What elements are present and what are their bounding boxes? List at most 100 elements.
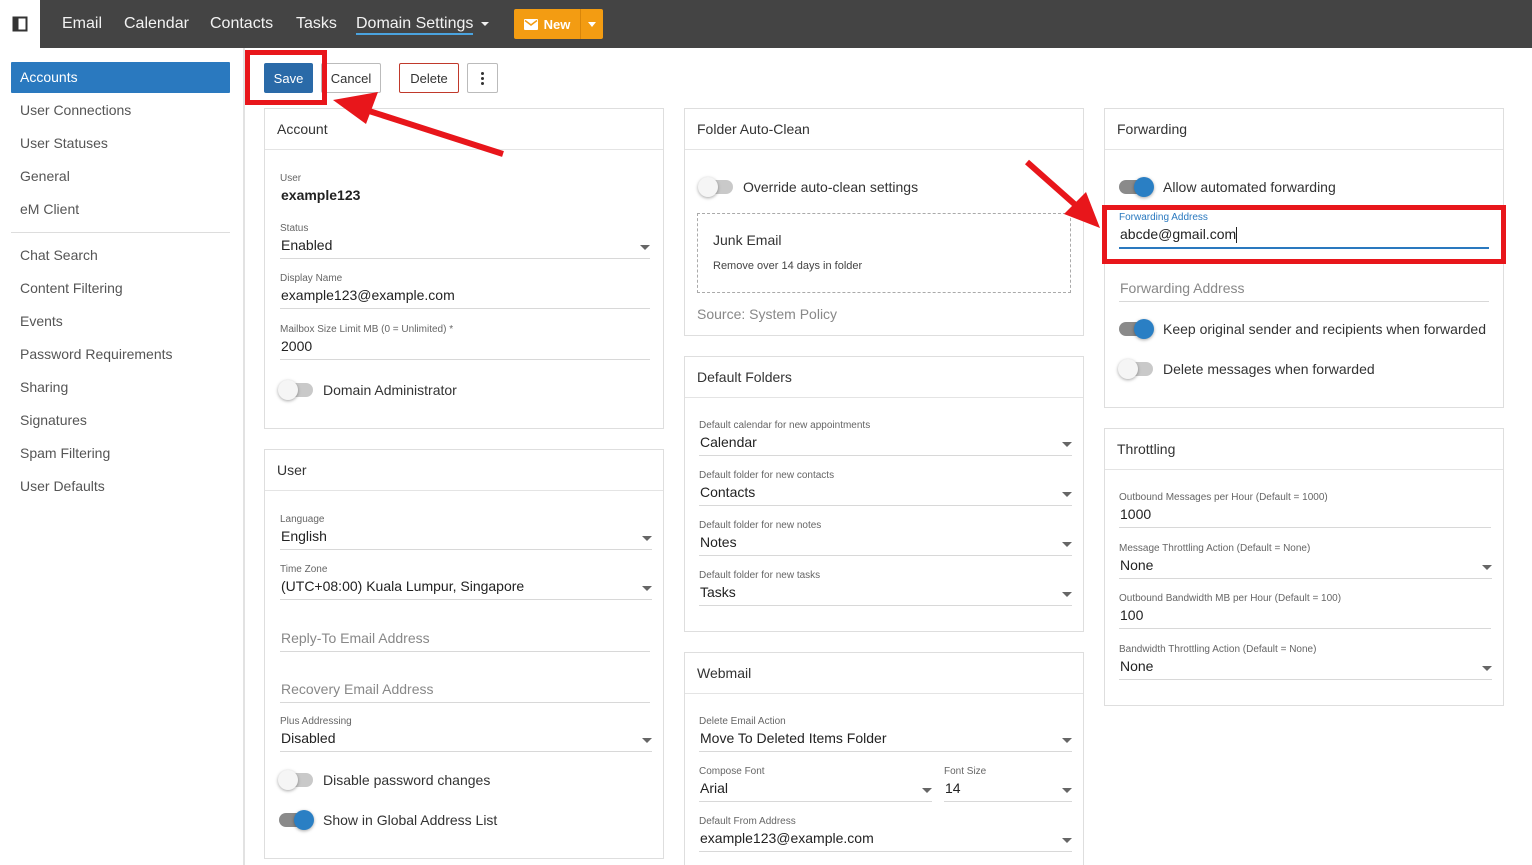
nav-tasks[interactable]: Tasks (296, 0, 337, 48)
domain-admin-toggle[interactable]: Domain Administrator (278, 380, 457, 400)
status-select[interactable]: Status Enabled (280, 222, 650, 259)
chevron-down-icon (1062, 738, 1072, 743)
sidebar-item-general[interactable]: General (11, 161, 230, 192)
top-bar: Email Calendar Contacts Tasks Domain Set… (0, 0, 1532, 48)
default-calendar-select[interactable]: Default calendar for new appointments Ca… (699, 419, 1072, 456)
delete-when-forwarded-label: Delete messages when forwarded (1163, 361, 1375, 377)
sidebar-item-spam-filtering[interactable]: Spam Filtering (11, 438, 230, 469)
new-main-button[interactable]: New (514, 9, 580, 39)
display-name-field[interactable]: Display Name example123@example.com (280, 272, 650, 309)
outbound-bandwidth-label: Outbound Bandwidth MB per Hour (Default … (1119, 593, 1342, 604)
toggle-switch[interactable] (1118, 359, 1153, 379)
chevron-down-icon (922, 788, 932, 793)
auto-clean-panel: Folder Auto-Clean Override auto-clean se… (684, 108, 1084, 336)
sidebar-divider (11, 232, 230, 233)
bandwidth-throttling-action-select[interactable]: Bandwidth Throttling Action (Default = N… (1119, 643, 1492, 680)
account-panel: Account User example123 Status Enabled D… (264, 108, 664, 429)
message-throttling-action-label: Message Throttling Action (Default = Non… (1119, 543, 1311, 554)
sidebar-item-content-filtering[interactable]: Content Filtering (11, 273, 230, 304)
chevron-down-icon (642, 536, 652, 541)
dot (481, 71, 484, 75)
dot (481, 81, 484, 85)
default-folders-panel: Default Folders Default calendar for new… (684, 356, 1084, 632)
recovery-email-placeholder: Recovery Email Address (281, 681, 434, 697)
sidebar-item-accounts[interactable]: Accounts (11, 62, 230, 93)
chevron-down-icon (1062, 838, 1072, 843)
outbound-bandwidth-value: 100 (1120, 607, 1144, 623)
language-select[interactable]: Language English (280, 513, 652, 550)
sidebar-item-user-statuses[interactable]: User Statuses (11, 128, 230, 159)
delete-email-action-select[interactable]: Delete Email Action Move To Deleted Item… (699, 715, 1072, 752)
annotation-highlight-save (245, 50, 327, 105)
sidebar-item-sharing[interactable]: Sharing (11, 372, 230, 403)
delete-when-forwarded-toggle[interactable]: Delete messages when forwarded (1118, 359, 1375, 379)
default-contacts-value: Contacts (700, 484, 756, 500)
display-name-label: Display Name (280, 273, 343, 284)
default-folders-panel-title: Default Folders (685, 357, 1083, 398)
chevron-down-icon (642, 586, 652, 591)
message-throttling-action-select[interactable]: Message Throttling Action (Default = Non… (1119, 542, 1492, 579)
plus-addressing-label: Plus Addressing (280, 716, 352, 727)
show-gal-label: Show in Global Address List (323, 812, 498, 828)
envelope-icon (523, 18, 538, 30)
toggle-switch[interactable] (1119, 319, 1154, 339)
chevron-down-icon (1062, 788, 1072, 793)
sidebar-item-user-connections[interactable]: User Connections (11, 95, 230, 126)
allow-forwarding-toggle[interactable]: Allow automated forwarding (1119, 177, 1336, 197)
toggle-switch[interactable] (698, 177, 733, 197)
reply-to-input[interactable]: Reply-To Email Address (280, 628, 650, 652)
delete-button[interactable]: Delete (399, 63, 459, 93)
forwarding-address-2-input[interactable]: Forwarding Address (1119, 278, 1489, 302)
dot (481, 76, 484, 80)
default-from-address-select[interactable]: Default From Address example123@example.… (699, 815, 1072, 852)
outbound-messages-field[interactable]: Outbound Messages per Hour (Default = 10… (1119, 491, 1491, 528)
junk-email-card[interactable]: Junk Email Remove over 14 days in folder (697, 213, 1071, 293)
sidebar-item-password-requirements[interactable]: Password Requirements (11, 339, 230, 370)
chevron-down-icon (481, 21, 490, 26)
nav-email[interactable]: Email (62, 0, 102, 48)
font-size-select[interactable]: Font Size 14 (944, 765, 1072, 802)
sidebar-item-signatures[interactable]: Signatures (11, 405, 230, 436)
show-gal-toggle[interactable]: Show in Global Address List (279, 810, 497, 830)
sidebar-item-chat-search[interactable]: Chat Search (11, 240, 230, 271)
keep-original-sender-toggle[interactable]: Keep original sender and recipients when… (1119, 319, 1486, 339)
annotation-highlight-forwarding (1102, 205, 1506, 264)
plus-addressing-select[interactable]: Plus Addressing Disabled (280, 715, 652, 752)
new-dropdown-button[interactable] (580, 9, 603, 39)
compose-font-select[interactable]: Compose Font Arial (699, 765, 932, 802)
sidebar-item-user-defaults[interactable]: User Defaults (11, 471, 230, 502)
override-auto-clean-toggle[interactable]: Override auto-clean settings (698, 177, 918, 197)
nav-contacts[interactable]: Contacts (210, 0, 273, 48)
toggle-switch[interactable] (278, 770, 313, 790)
nav-domain-settings[interactable]: Domain Settings (356, 0, 490, 48)
recovery-email-input[interactable]: Recovery Email Address (280, 679, 650, 703)
more-options-button[interactable] (467, 63, 498, 93)
bandwidth-throttling-action-label: Bandwidth Throttling Action (Default = N… (1119, 644, 1317, 655)
sidebar-item-events[interactable]: Events (11, 306, 230, 337)
chevron-down-icon (1482, 666, 1492, 671)
default-notes-select[interactable]: Default folder for new notes Notes (699, 519, 1072, 556)
default-contacts-select[interactable]: Default folder for new contacts Contacts (699, 469, 1072, 506)
webmail-panel-title: Webmail (685, 653, 1083, 694)
nav-calendar[interactable]: Calendar (124, 0, 189, 48)
chevron-down-icon (588, 21, 596, 27)
domain-admin-label: Domain Administrator (323, 382, 457, 398)
sidebar: Accounts User Connections User Statuses … (0, 48, 245, 865)
toggle-switch[interactable] (279, 810, 314, 830)
auto-clean-panel-title: Folder Auto-Clean (685, 109, 1083, 150)
toggle-switch[interactable] (278, 380, 313, 400)
mailbox-size-field[interactable]: Mailbox Size Limit MB (0 = Unlimited) * … (280, 323, 650, 360)
message-throttling-action-value: None (1120, 557, 1154, 573)
bandwidth-throttling-action-value: None (1120, 658, 1154, 674)
cancel-button[interactable]: Cancel (321, 63, 381, 93)
plus-addressing-value: Disabled (281, 730, 336, 746)
chevron-down-icon (1062, 442, 1072, 447)
allow-forwarding-label: Allow automated forwarding (1163, 179, 1336, 195)
timezone-select[interactable]: Time Zone (UTC+08:00) Kuala Lumpur, Sing… (280, 563, 652, 600)
outbound-bandwidth-field[interactable]: Outbound Bandwidth MB per Hour (Default … (1119, 592, 1491, 629)
disable-password-toggle[interactable]: Disable password changes (278, 770, 490, 790)
sidebar-toggle-button[interactable] (0, 0, 40, 48)
default-tasks-select[interactable]: Default folder for new tasks Tasks (699, 569, 1072, 606)
toggle-switch[interactable] (1119, 177, 1154, 197)
sidebar-item-em-client[interactable]: eM Client (11, 194, 230, 225)
